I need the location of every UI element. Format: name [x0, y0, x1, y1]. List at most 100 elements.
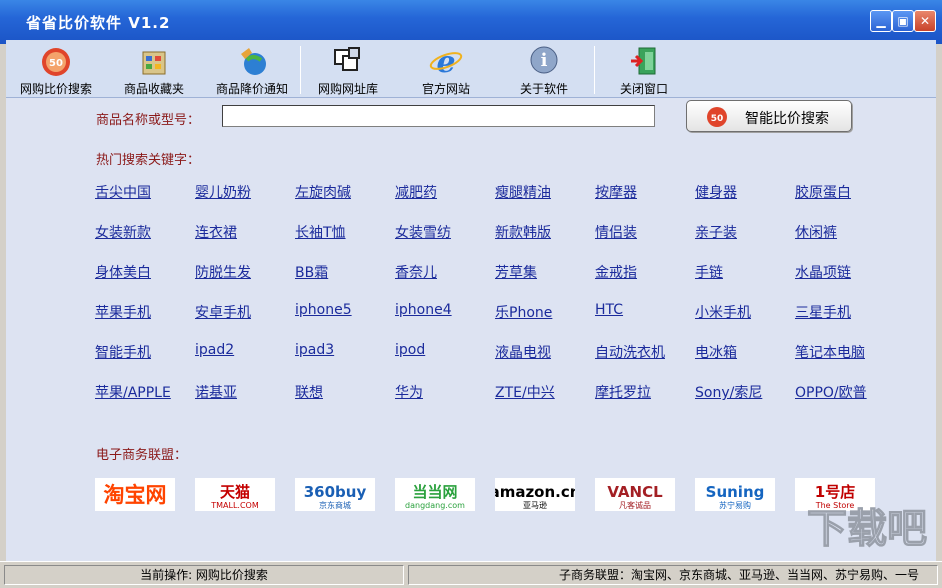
- toolbar-label: 商品收藏夹: [123, 82, 184, 96]
- logo-suning[interactable]: Suning 苏宁易购: [695, 478, 775, 511]
- hot-keyword-link[interactable]: 身体美白: [95, 262, 151, 282]
- svg-text:京东商城: 京东商城: [319, 500, 351, 510]
- toolbar-label: 关于软件: [519, 82, 568, 96]
- svg-text:VANCL: VANCL: [607, 483, 663, 501]
- toolbar-separator: [594, 46, 595, 94]
- search-50-icon: 50: [707, 107, 727, 127]
- hot-keyword-link[interactable]: 情侣装: [595, 222, 637, 242]
- status-bar: 当前操作: 网购比价搜索 子商务联盟：淘宝网、京东商城、亚马逊、当当网、苏宁易购…: [0, 561, 942, 588]
- hot-keyword-link[interactable]: 手链: [695, 262, 723, 282]
- svg-text:i: i: [541, 50, 548, 71]
- toolbar-close-window-button[interactable]: 关闭窗口: [602, 40, 686, 98]
- hot-keyword-link[interactable]: 长袖T恤: [295, 222, 346, 242]
- ie-browser-icon: e: [429, 45, 463, 78]
- hot-keyword-link[interactable]: ipad2: [195, 342, 234, 358]
- main-content: 商品名称或型号： 50 智能比价搜索 热门搜索关键字： 舌尖中国 婴儿奶粉 左旋肉碱…: [6, 98, 936, 561]
- hot-keyword-link[interactable]: 防脱生发: [195, 262, 251, 282]
- hot-keyword-link[interactable]: BB霜: [295, 262, 328, 282]
- hot-keyword-link[interactable]: 舌尖中国: [95, 182, 151, 202]
- hot-keyword-link[interactable]: 新款韩版: [495, 222, 551, 242]
- hot-keyword-link[interactable]: 智能手机: [95, 342, 151, 362]
- toolbar-label: 网购比价搜索: [19, 82, 92, 96]
- hot-keyword-link[interactable]: ZTE/中兴: [495, 382, 555, 402]
- hot-keyword-link[interactable]: 苹果手机: [95, 302, 151, 322]
- svg-text:亚马逊: 亚马逊: [523, 500, 547, 510]
- hot-keyword-link[interactable]: 胶原蛋白: [795, 182, 851, 202]
- toolbar-price-search-button[interactable]: 50 网购比价搜索: [14, 40, 98, 98]
- toolbar-price-alert-button[interactable]: 商品降价通知: [210, 40, 294, 98]
- search-input[interactable]: [222, 105, 655, 127]
- window-title: 省省比价软件 V1.2: [26, 14, 171, 32]
- hot-keyword-link[interactable]: 减肥药: [395, 182, 437, 202]
- logo-360buy[interactable]: 360buy 京东商城: [295, 478, 375, 511]
- hot-keyword-link[interactable]: 左旋肉碱: [295, 182, 351, 202]
- toolbar-label: 关闭窗口: [619, 82, 668, 96]
- toolbar-favorites-button[interactable]: 商品收藏夹: [114, 40, 194, 98]
- hot-keyword-link[interactable]: 瘦腿精油: [495, 182, 551, 202]
- hot-keyword-link[interactable]: 苹果/APPLE: [95, 382, 171, 402]
- hot-keyword-link[interactable]: 水晶项链: [795, 262, 851, 282]
- hot-keyword-link[interactable]: 香奈儿: [395, 262, 437, 282]
- hot-keyword-link[interactable]: 液晶电视: [495, 342, 551, 362]
- hot-keyword-link[interactable]: 金戒指: [595, 262, 637, 282]
- hot-keyword-link[interactable]: 婴儿奶粉: [195, 182, 251, 202]
- minimize-button[interactable]: ▁: [870, 10, 892, 32]
- hot-keyword-link[interactable]: 三星手机: [795, 302, 851, 322]
- logo-dangdang[interactable]: 当当网 dangdang.com: [395, 478, 475, 511]
- hot-keyword-link[interactable]: ipad3: [295, 342, 334, 358]
- smart-compare-search-button[interactable]: 50 智能比价搜索: [686, 100, 852, 132]
- hot-keyword-link[interactable]: 女装新款: [95, 222, 151, 242]
- svg-text:当当网: 当当网: [412, 483, 457, 501]
- hot-keyword-link[interactable]: Sony/索尼: [695, 382, 762, 402]
- toolbar-official-site-button[interactable]: e 官方网站: [404, 40, 488, 98]
- svg-text:Suning: Suning: [706, 483, 765, 501]
- hot-keyword-link[interactable]: 亲子装: [695, 222, 737, 242]
- logo-vancl[interactable]: VANCL 凡客诚品: [595, 478, 675, 511]
- status-current-operation: 当前操作: 网购比价搜索: [4, 565, 404, 585]
- close-button[interactable]: ✕: [914, 10, 936, 32]
- toolbar-about-button[interactable]: i 关于软件: [502, 40, 586, 98]
- hot-keyword-link[interactable]: 联想: [295, 382, 323, 402]
- hot-keyword-link[interactable]: 健身器: [695, 182, 737, 202]
- search-50-icon: 50: [42, 48, 70, 76]
- exit-door-icon: [631, 47, 656, 75]
- hot-keyword-link[interactable]: HTC: [595, 302, 623, 318]
- app-window: 省省比价软件 V1.2 ▁ ▣ ✕ 50 网购比价搜索 商品收藏夹 商品降价通知…: [0, 0, 942, 588]
- hot-keyword-link[interactable]: 乐Phone: [495, 302, 552, 322]
- hot-keyword-link[interactable]: 小米手机: [695, 302, 751, 322]
- url-library-icon: [334, 47, 360, 71]
- toolbar-label: 商品降价通知: [215, 82, 288, 96]
- toolbar-label: 官方网站: [421, 82, 470, 96]
- hot-keyword-link[interactable]: 华为: [395, 382, 423, 402]
- hot-keyword-link[interactable]: 电冰箱: [695, 342, 737, 362]
- logo-taobao[interactable]: 淘宝网: [95, 478, 175, 511]
- hot-keyword-link[interactable]: 摩托罗拉: [595, 382, 651, 402]
- hot-keyword-link[interactable]: iphone5: [295, 302, 352, 318]
- search-label: 商品名称或型号：: [96, 113, 201, 128]
- hot-keyword-link[interactable]: OPPO/欧普: [795, 382, 867, 402]
- logo-tmall[interactable]: 天猫 TMALL.COM: [195, 478, 275, 511]
- svg-text:amazon.cn: amazon.cn: [495, 483, 575, 501]
- toolbar-url-library-button[interactable]: 网购网址库: [308, 40, 388, 98]
- hot-keyword-link[interactable]: iphone4: [395, 302, 452, 318]
- logo-amazon[interactable]: amazon.cn亚马逊: [495, 478, 575, 511]
- svg-text:dangdang.com: dangdang.com: [405, 501, 465, 510]
- hot-keyword-link[interactable]: 笔记本电脑: [795, 342, 865, 362]
- hot-keyword-link[interactable]: 连衣裙: [195, 222, 237, 242]
- hot-keyword-link[interactable]: 自动洗衣机: [595, 342, 665, 362]
- hot-keyword-link[interactable]: 诺基亚: [195, 382, 237, 402]
- svg-text:下载吧: 下载吧: [807, 506, 927, 552]
- favorites-icon: [142, 51, 166, 75]
- hot-keyword-link[interactable]: ipod: [395, 342, 425, 358]
- hot-keyword-link[interactable]: 女装雪纺: [395, 222, 451, 242]
- hot-keywords-label: 热门搜索关键字：: [96, 153, 201, 168]
- hot-keyword-link[interactable]: 安卓手机: [195, 302, 251, 322]
- maximize-button[interactable]: ▣: [892, 10, 914, 32]
- hot-keyword-link[interactable]: 休闲裤: [795, 222, 837, 242]
- hot-keyword-link[interactable]: 芳草集: [495, 262, 537, 282]
- hot-keyword-link[interactable]: 按摩器: [595, 182, 637, 202]
- watermark-logo: 下载吧: [806, 505, 927, 552]
- svg-text:苏宁易购: 苏宁易购: [719, 500, 751, 510]
- toolbar-separator: [300, 46, 301, 94]
- title-bar[interactable]: 省省比价软件 V1.2 ▁ ▣ ✕: [0, 0, 942, 44]
